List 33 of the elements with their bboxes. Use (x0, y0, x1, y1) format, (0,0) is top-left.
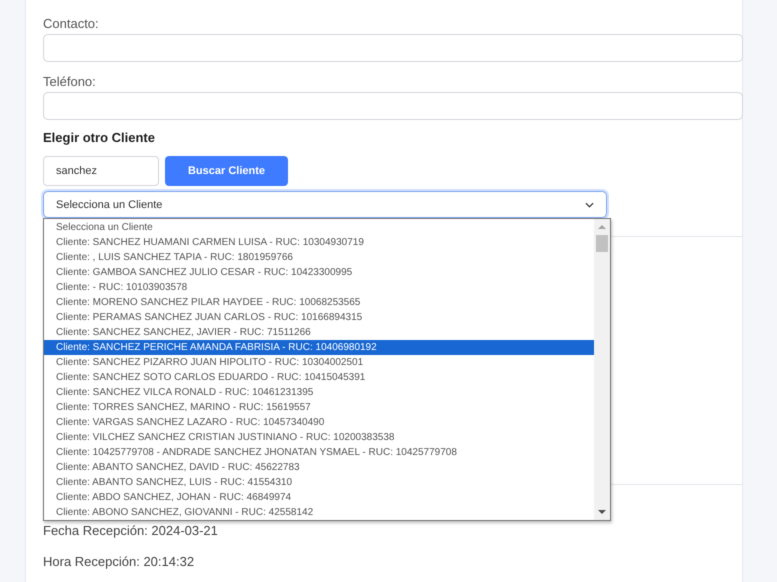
dropdown-option[interactable]: Cliente: VARGAS SANCHEZ LAZARO - RUC: 10457340490 (44, 415, 594, 430)
dropdown-option[interactable]: Cliente: ABANTO SANCHEZ, DAVID - RUC: 45622783 (44, 460, 594, 475)
chevron-down-icon (585, 202, 594, 208)
input-field[interactable] (43, 34, 743, 62)
dropdown-option[interactable]: Cliente: ABONO SANCHEZ, GIOVANNI - RUC: 42558142 (44, 505, 594, 520)
dropdown-option[interactable]: Cliente: - RUC: 10103903578 (44, 280, 594, 295)
field-label: Teléfono: (43, 74, 97, 91)
scrollbar-thumb[interactable] (596, 235, 608, 252)
dropdown-option[interactable]: Cliente: SANCHEZ HUAMANI CARMEN LUISA - RUC: 10304930719 (44, 235, 594, 250)
input-field[interactable] (43, 92, 743, 120)
dropdown-option[interactable]: Cliente: , LUIS SANCHEZ TAPIA - RUC: 1801959766 (44, 250, 594, 265)
search-button[interactable]: Buscar Cliente (165, 156, 288, 186)
client-select[interactable]: Selecciona un Cliente (43, 191, 607, 218)
dropdown-option[interactable]: Cliente: SANCHEZ SANCHEZ, JAVIER - RUC: 71511266 (44, 325, 594, 340)
dropdown-option[interactable]: Selecciona un Cliente (44, 220, 594, 235)
dropdown-option[interactable]: Cliente: GAMBOA SANCHEZ JULIO CESAR - RUC: 10423300995 (44, 265, 594, 280)
dropdown-option[interactable]: Cliente: SANCHEZ SOTO CARLOS EDUARDO - RUC: 10415045391 (44, 370, 594, 385)
dropdown-option[interactable]: Cliente: TORRES SANCHEZ, MARINO - RUC: 15619557 (44, 400, 594, 415)
field-label: Contacto: (43, 16, 100, 33)
detail-text: Fecha Recepción: 2024-03-21 (43, 523, 219, 540)
dropdown-option[interactable]: Cliente: PERAMAS SANCHEZ JUAN CARLOS - RUC: 10166894315 (44, 310, 594, 325)
detail-text: Hora Recepción: 20:14:32 (43, 554, 196, 571)
search-field[interactable]: sanchez (43, 156, 159, 186)
dropdown-option[interactable]: Cliente: MORENO SANCHEZ PILAR HAYDEE - RUC: 10068253565 (44, 295, 594, 310)
dropdown-option[interactable]: Cliente: ABDO SANCHEZ, JOHAN - RUC: 46849974 (44, 490, 594, 505)
dropdown-option[interactable]: Cliente: 10425779708 - ANDRADE SANCHEZ JHONATAN YSMAEL - RUC: 10425779708 (44, 445, 594, 460)
dropdown-option[interactable]: Cliente: SANCHEZ PERICHE AMANDA FABRISIA - RUC: 10406980192 (44, 340, 594, 355)
dropdown-option[interactable]: Cliente: ABANTO SANCHEZ, LUIS - RUC: 41554310 (44, 475, 594, 490)
dropdown-option[interactable]: Cliente: SANCHEZ VILCA RONALD - RUC: 10461231395 (44, 385, 594, 400)
dropdown-option[interactable]: Cliente: VILCHEZ SANCHEZ CRISTIAN JUSTINIANO - RUC: 10200383538 (44, 430, 594, 445)
scrollbar[interactable] (594, 219, 610, 520)
section-title: Elegir otro Cliente (43, 130, 156, 146)
dropdown-option[interactable]: Cliente: SANCHEZ PIZARRO JUAN HIPOLITO - RUC: 10304002501 (44, 355, 594, 370)
